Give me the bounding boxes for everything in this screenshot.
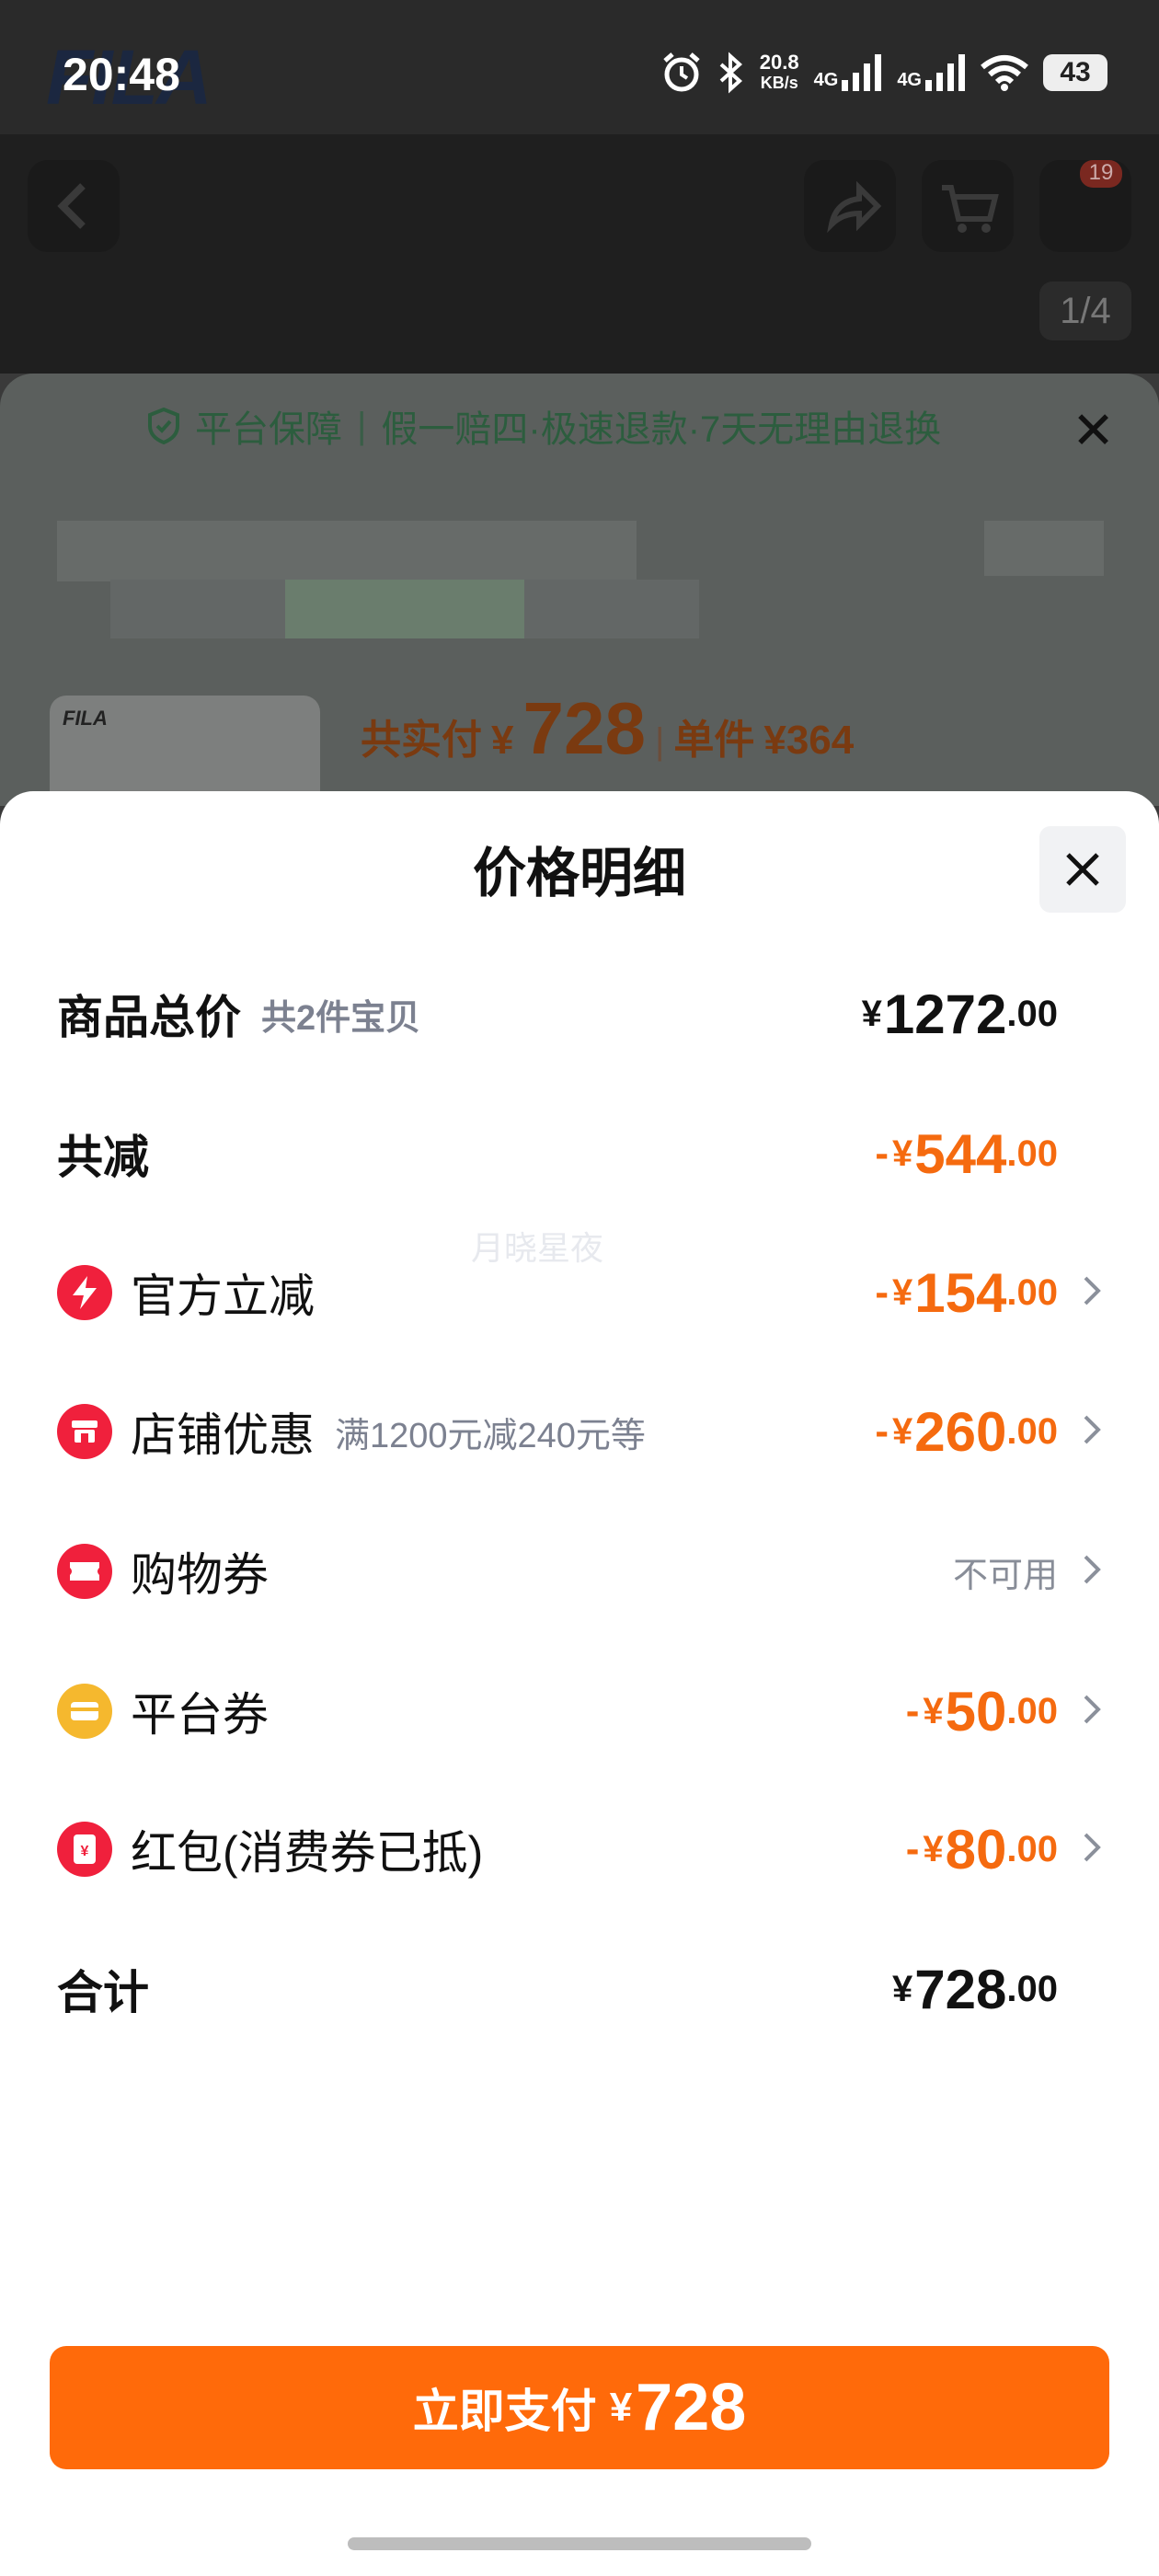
row-label: 购物券 (131, 1549, 269, 1601)
chevron-right-icon (1084, 1276, 1101, 1305)
blurred-address (285, 580, 524, 638)
row-label: 平台券 (131, 1689, 269, 1741)
status-time: 20:48 (63, 49, 180, 100)
chevron-left-icon (57, 183, 86, 229)
shield-icon (148, 408, 179, 444)
coupon-icon (57, 1684, 112, 1739)
blurred-address (57, 521, 637, 581)
cart-icon (942, 185, 999, 233)
image-pager: 1/4 (1039, 282, 1131, 340)
chevron-right-icon (1084, 1833, 1101, 1862)
blurred-address (984, 521, 1104, 576)
row-sublabel: 满1200元减240元等 (335, 1416, 646, 1455)
home-indicator[interactable] (348, 2537, 811, 2550)
row-sublabel: 共2件宝贝 (261, 998, 421, 1038)
row-label: 商品总价 (57, 992, 241, 1043)
svg-text:¥: ¥ (81, 1844, 89, 1859)
chevron-right-icon (1084, 1695, 1101, 1724)
chevron-right-icon (1084, 1555, 1101, 1584)
row-value: - ¥260.00 (875, 1400, 1058, 1463)
signal-icon: 4G (897, 54, 966, 91)
back-button[interactable] (28, 160, 120, 252)
signal-icon: 4G (814, 54, 883, 91)
network-speed: 20.8 KB/s (759, 51, 799, 93)
watermark: 月晓星夜 (471, 1229, 604, 1267)
cart-badge: 19 (1080, 160, 1122, 188)
status-bar: FILA 20:48 20.8 KB/s 4G 4G 43 (0, 0, 1159, 134)
ticket-icon (57, 1544, 112, 1599)
goods-total-row: 商品总价 共2件宝贝 ¥1272.00 (0, 968, 1159, 1060)
lightning-icon (57, 1265, 112, 1320)
alarm-icon (663, 52, 700, 92)
close-icon[interactable]: ✕ (1072, 405, 1115, 456)
row-value: - ¥80.00 (905, 1818, 1058, 1880)
row-label: 红包(消费券已抵) (131, 1827, 484, 1879)
bluetooth-icon (719, 52, 742, 94)
background-price: 共实付 ¥ 728 | 单件 ¥364 (361, 687, 855, 769)
cart-button[interactable] (922, 160, 1014, 252)
wifi-icon (981, 55, 1028, 91)
shop-discount-row[interactable]: 店铺优惠 满1200元减240元等 - ¥260.00 (0, 1386, 1159, 1478)
row-value: - ¥544.00 (875, 1122, 1058, 1185)
chevron-right-icon (1084, 1415, 1101, 1444)
row-label: 官方立减 (131, 1271, 315, 1322)
background-order-sheet: 平台保障 | 假一赔四·极速退款·7天无理由退换 ✕ FILA 共实付 ¥ 72… (0, 374, 1159, 824)
modal-title: 价格明细 (472, 844, 686, 903)
shop-icon (57, 1404, 112, 1459)
shopping-voucher-row[interactable]: 购物券 不可用 (0, 1525, 1159, 1617)
pay-now-button[interactable]: 立即支付 ¥ 728 (50, 2346, 1109, 2469)
row-label: 店铺优惠 (131, 1409, 315, 1461)
row-value: - ¥50.00 (905, 1680, 1058, 1742)
close-icon (1066, 853, 1099, 886)
battery-icon: 43 (1043, 54, 1107, 91)
grand-total-row: 合计 ¥728.00 (0, 1943, 1159, 2035)
total-discount-row: 共减 - ¥544.00 (0, 1108, 1159, 1200)
row-value: ¥728.00 (892, 1958, 1058, 2020)
close-button[interactable] (1039, 826, 1126, 913)
background-header: 19 1/4 (0, 134, 1159, 374)
red-packet-row[interactable]: ¥ 红包(消费券已抵) - ¥80.00 (0, 1803, 1159, 1895)
row-value: - ¥154.00 (875, 1261, 1058, 1324)
row-label: 合计 (57, 1967, 149, 2018)
price-detail-sheet: 价格明细 商品总价 共2件宝贝 ¥1272.00 共减 - ¥544.00 官方立… (0, 791, 1159, 2576)
share-button[interactable] (804, 160, 896, 252)
status-icons: 20.8 KB/s 4G 4G 43 (660, 52, 1107, 94)
row-label: 共减 (57, 1132, 149, 1183)
platform-guarantee: 平台保障 | 假一赔四·极速退款·7天无理由退换 (147, 399, 941, 453)
row-value: 不可用 (952, 1556, 1058, 1595)
row-value: ¥1272.00 (861, 983, 1058, 1045)
share-icon (827, 180, 882, 234)
red-packet-icon: ¥ (57, 1822, 112, 1877)
platform-coupon-row[interactable]: 平台券 - ¥50.00 (0, 1665, 1159, 1757)
